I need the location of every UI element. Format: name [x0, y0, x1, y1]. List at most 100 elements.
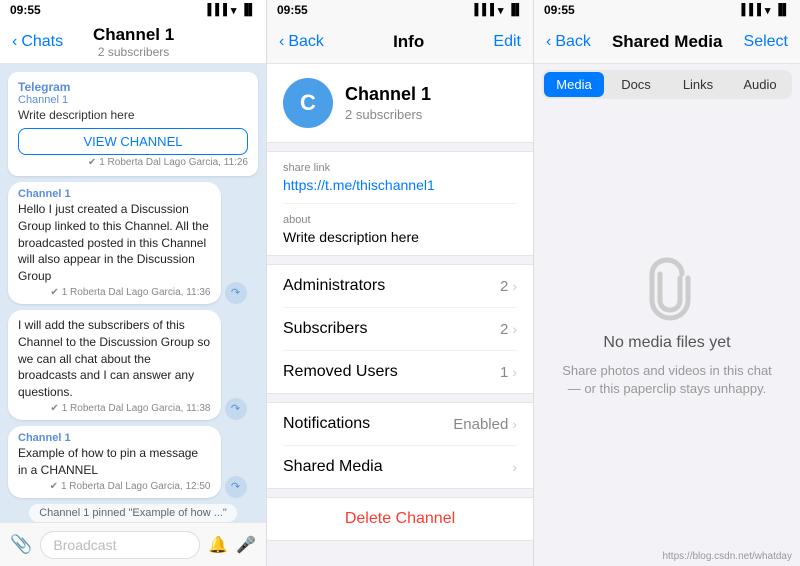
removed-users-row[interactable]: Removed Users 1 ›	[283, 351, 517, 393]
bubble-2: I will add the subscribers of this Chann…	[8, 310, 221, 420]
shared-back-button[interactable]: ‹ Back	[546, 33, 591, 51]
delete-label: Delete Channel	[283, 510, 517, 528]
msg-meta-1: ✔1 Roberta Dal Lago Garcia, 11:36	[18, 287, 211, 298]
forward-icon-1[interactable]: ↷	[225, 282, 247, 304]
bubble-row-1: Channel 1 Hello I just created a Discuss…	[8, 182, 258, 304]
about-value: Write description here	[283, 229, 517, 245]
bubble-row-2: I will add the subscribers of this Chann…	[8, 310, 258, 420]
info-content: C Channel 1 2 subscribers share link htt…	[267, 64, 533, 566]
channel-name: Channel 1	[345, 84, 431, 105]
chevron-left-icon: ‹	[12, 33, 17, 51]
chevron-left-icon-2: ‹	[279, 33, 284, 51]
bell-icon[interactable]: 🔔	[208, 535, 228, 555]
about-field: about Write description here	[283, 204, 517, 255]
shared-media-row[interactable]: Shared Media ›	[283, 446, 517, 488]
tab-links[interactable]: Links	[668, 72, 728, 97]
shared-nav-bar: ‹ Back Shared Media Select	[534, 20, 800, 64]
bottom-bar: 📎 Broadcast 🔔 🎤	[0, 522, 266, 566]
chevron-icon-4: ›	[512, 416, 517, 432]
bubble-1: Channel 1 Hello I just created a Discuss…	[8, 182, 221, 304]
chevron-left-icon-3: ‹	[546, 33, 551, 51]
forward-icon-2[interactable]: ↷	[225, 398, 247, 420]
attach-icon[interactable]: 📎	[10, 534, 32, 555]
shared-media-title: Shared Media	[612, 32, 723, 52]
empty-title: No media files yet	[603, 334, 730, 352]
shared-media-panel: 09:55 ▐▐▐▾▐▌ ‹ Back Shared Media Select …	[534, 0, 800, 566]
info-avatar-section: C Channel 1 2 subscribers	[267, 64, 533, 143]
chat-panel: 09:55 ▐▐▐ ▾ ▐▌ ‹ Chats Channel 1 2 subsc…	[0, 0, 267, 566]
battery-icon: ▐▌	[240, 4, 256, 16]
info-panel: 09:55 ▐▐▐▾▐▌ ‹ Back Info Edit C Channel …	[267, 0, 534, 566]
channel-subscribers: 2 subscribers	[345, 107, 431, 122]
admin-value: 2 ›	[500, 278, 517, 295]
back-button-1[interactable]: ‹ Chats	[12, 33, 63, 51]
bubble-channel-3: Channel 1	[18, 432, 211, 444]
pin-notice: Channel 1 pinned "Example of how ..."	[29, 504, 237, 522]
avatar: C	[283, 78, 333, 128]
admin-row[interactable]: Administrators 2 ›	[283, 265, 517, 308]
edit-button[interactable]: Edit	[493, 33, 521, 51]
subscribers-row[interactable]: Subscribers 2 ›	[283, 308, 517, 351]
status-icons-1: ▐▐▐ ▾ ▐▌	[203, 4, 256, 17]
signal-icon: ▐▐▐	[203, 4, 226, 16]
info-title: Info	[393, 32, 424, 52]
admin-label: Administrators	[283, 277, 385, 295]
tab-media[interactable]: Media	[544, 72, 604, 97]
msg-meta-3: ✔1 Roberta Dal Lago Garcia, 12:50	[18, 481, 211, 492]
share-link-label: share link	[283, 162, 517, 174]
mic-icon[interactable]: 🎤	[236, 535, 256, 555]
removed-users-value: 1 ›	[500, 364, 517, 381]
time-3: 09:55	[544, 3, 575, 17]
bubble-row-3: Channel 1 Example of how to pin a messag…	[8, 426, 258, 498]
notification-text: Write description here	[18, 108, 248, 122]
tab-audio[interactable]: Audio	[730, 72, 790, 97]
bottom-icons: 🔔 🎤	[208, 535, 256, 555]
chevron-icon-3: ›	[512, 364, 517, 380]
notifications-value: Enabled ›	[453, 416, 517, 433]
tab-bar: Media Docs Links Audio	[542, 70, 792, 99]
notification-sender: Telegram	[18, 80, 248, 94]
tab-docs[interactable]: Docs	[606, 72, 666, 97]
forward-icon-3[interactable]: ↷	[225, 476, 247, 498]
msg-meta-0: ✔1 Roberta Dal Lago Garcia, 11:26	[18, 157, 248, 168]
subscribers-label: Subscribers	[283, 320, 367, 338]
info-back-button[interactable]: ‹ Back	[279, 33, 324, 51]
time-2: 09:55	[277, 3, 308, 17]
status-icons-3: ▐▐▐▾▐▌	[737, 4, 790, 17]
broadcast-input[interactable]: Broadcast	[40, 531, 200, 559]
view-channel-button[interactable]: VIEW CHANNEL	[18, 128, 248, 155]
channel-name-section: Channel 1 2 subscribers	[345, 84, 431, 122]
status-bar-2: 09:55 ▐▐▐▾▐▌	[267, 0, 533, 20]
info-nav-bar: ‹ Back Info Edit	[267, 20, 533, 64]
share-link-section: share link https://t.me/thischannel1 abo…	[267, 151, 533, 256]
status-bar-1: 09:55 ▐▐▐ ▾ ▐▌	[0, 0, 266, 20]
notification-card: Telegram Channel 1 Write description her…	[8, 72, 258, 176]
notification-channel: Channel 1	[18, 94, 248, 106]
subscribers-value: 2 ›	[500, 321, 517, 338]
bubble-text-3: Example of how to pin a message in a CHA…	[18, 445, 211, 479]
bubble-text-2: I will add the subscribers of this Chann…	[18, 317, 211, 401]
delete-section[interactable]: Delete Channel	[267, 497, 533, 541]
bubble-3: Channel 1 Example of how to pin a messag…	[8, 426, 221, 498]
chevron-icon-2: ›	[512, 321, 517, 337]
watermark: https://blog.csdn.net/whatday	[534, 547, 800, 566]
select-button[interactable]: Select	[744, 33, 788, 51]
msg-meta-2: ✔1 Roberta Dal Lago Garcia, 11:38	[18, 403, 211, 414]
status-icons-2: ▐▐▐▾▐▌	[470, 4, 523, 17]
share-link-value[interactable]: https://t.me/thischannel1	[283, 177, 517, 193]
info-rows-section: Administrators 2 › Subscribers 2 › Remov…	[267, 264, 533, 394]
notifications-section: Notifications Enabled › Shared Media ›	[267, 402, 533, 489]
share-link-field: share link https://t.me/thischannel1	[283, 152, 517, 204]
about-label: about	[283, 214, 517, 226]
wifi-icon: ▾	[231, 4, 237, 17]
nav-bar-1: ‹ Chats Channel 1 2 subscribers	[0, 20, 266, 64]
bubble-text-1: Hello I just created a Discussion Group …	[18, 201, 211, 285]
shared-media-label: Shared Media	[283, 458, 383, 476]
chevron-icon-5: ›	[512, 459, 517, 475]
notifications-row[interactable]: Notifications Enabled ›	[283, 403, 517, 446]
chat-messages: Telegram Channel 1 Write description her…	[0, 64, 266, 522]
bubble-channel-1: Channel 1	[18, 188, 211, 200]
paperclip-icon	[632, 254, 702, 324]
empty-media-state: No media files yet Share photos and vide…	[534, 105, 800, 547]
chevron-icon-1: ›	[512, 278, 517, 294]
